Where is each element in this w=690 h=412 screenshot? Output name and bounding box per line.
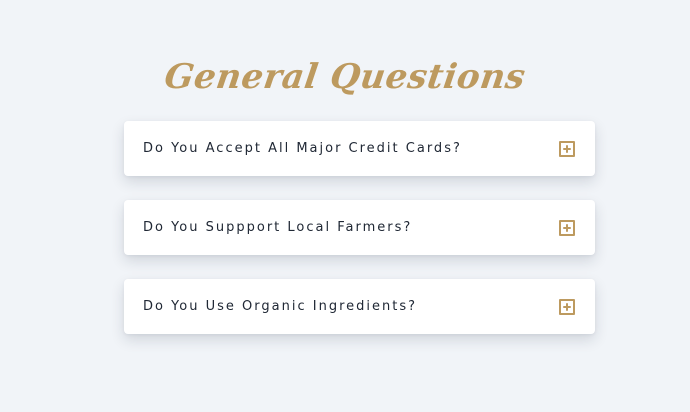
faq-item-organic-ingredients[interactable]: Do You Use Organic Ingredients? — [124, 279, 595, 334]
faq-list: Do You Accept All Major Credit Cards? Do… — [124, 121, 595, 334]
plus-square-icon[interactable] — [559, 220, 575, 236]
faq-question-credit-cards: Do You Accept All Major Credit Cards? — [143, 141, 462, 156]
faq-question-local-farmers: Do You Suppport Local Farmers? — [143, 220, 413, 235]
faq-item-credit-cards[interactable]: Do You Accept All Major Credit Cards? — [124, 121, 595, 176]
faq-page: General Questions Do You Accept All Majo… — [0, 0, 690, 412]
plus-square-icon[interactable] — [559, 141, 575, 157]
faq-item-local-farmers[interactable]: Do You Suppport Local Farmers? — [124, 200, 595, 255]
plus-square-icon[interactable] — [559, 299, 575, 315]
page-title: General Questions — [161, 56, 529, 97]
faq-question-organic-ingredients: Do You Use Organic Ingredients? — [143, 299, 418, 314]
